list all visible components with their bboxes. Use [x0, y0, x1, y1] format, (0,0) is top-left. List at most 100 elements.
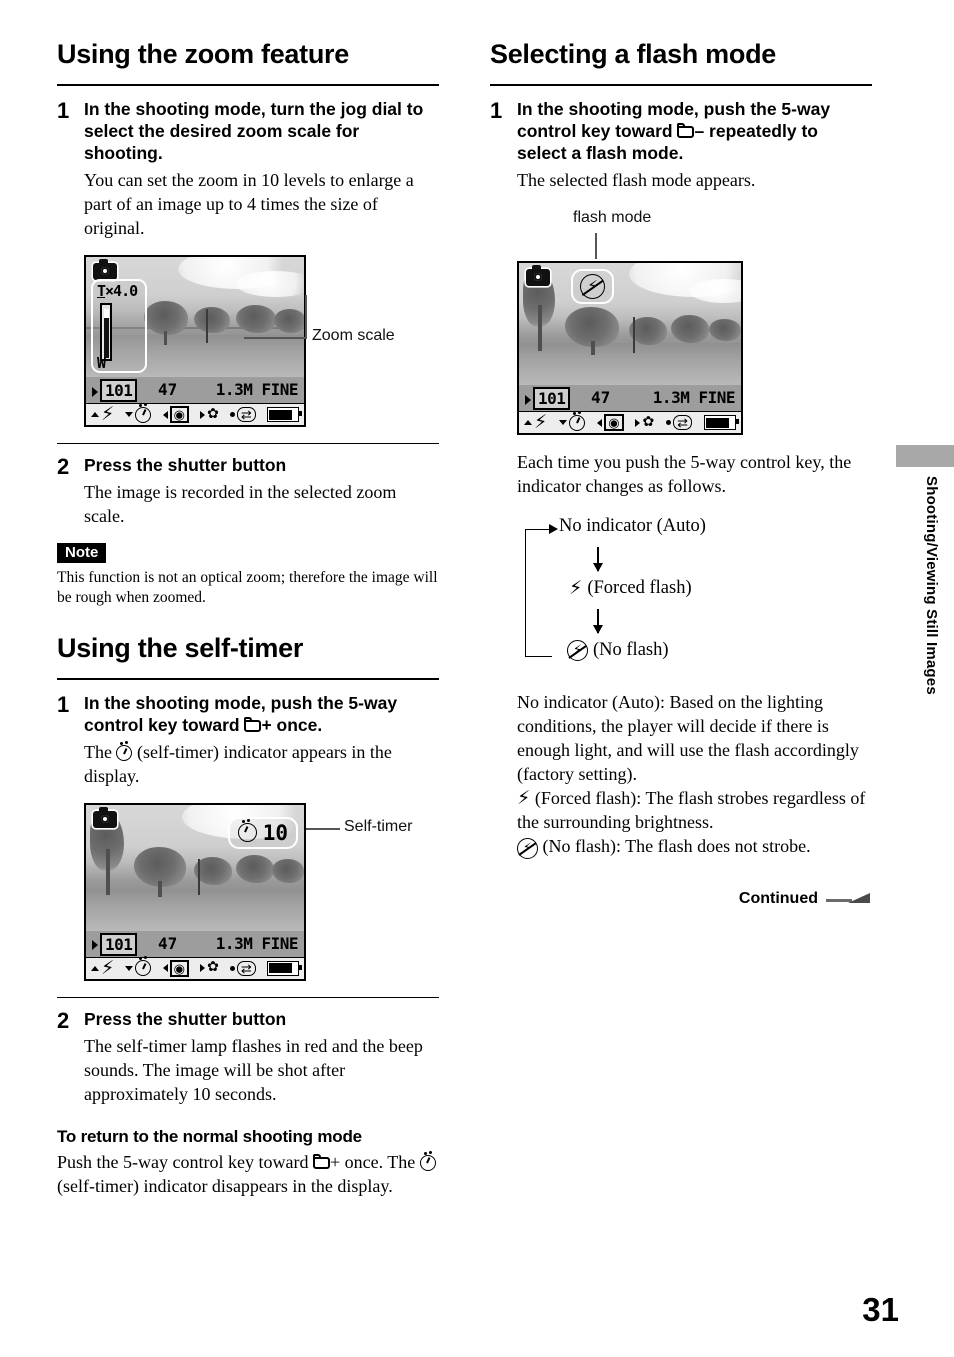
self-timer-icon — [135, 403, 152, 423]
folder-icon — [244, 716, 262, 732]
mode-switch-icon-group: ⇄ — [666, 415, 693, 431]
camera-mode-icon — [93, 259, 117, 281]
tree — [144, 301, 188, 336]
heading-rule — [57, 83, 439, 86]
ground — [86, 888, 304, 931]
lcd-icon-bar: ⚡ ◉ ✿ ⇄ — [519, 411, 741, 434]
self-timer-icon — [237, 820, 257, 843]
folder-number: 101 — [100, 379, 138, 403]
folder-arrow-icon — [525, 394, 531, 405]
self-timer-icon — [419, 1151, 436, 1171]
self-timer-icon — [569, 411, 586, 431]
metering-mode-icon: ◉ — [169, 959, 189, 977]
folder-indicator: 101 — [525, 387, 571, 411]
mode-switch-icon-group: ⇄ — [229, 960, 256, 976]
page-title-zoom-feature: Using the zoom feature — [57, 39, 349, 69]
selftimer-icon-group — [125, 957, 152, 977]
tree — [274, 309, 304, 334]
flash-mode-callout: flash mode — [517, 209, 872, 261]
step-selftimer-1: 1 In the shooting mode, push the 5-way c… — [57, 692, 439, 981]
flash-bolt-icon: ⚡ — [101, 956, 115, 979]
lcd-scene: 10 — [86, 804, 304, 931]
flash-mode-cycle-diagram: No indicator (Auto) ⚡ (Forced flash) ⚡ (… — [517, 516, 872, 681]
zoom-scale-indicator: T×4.0 W — [91, 279, 147, 374]
callout-label-flash-mode: flash mode — [573, 209, 652, 227]
step-divider-rule — [57, 443, 439, 445]
step-flash-1: 1 In the shooting mode, push the 5-way c… — [490, 98, 872, 859]
tree — [236, 305, 276, 334]
cloud — [689, 279, 741, 304]
macro-flower-icon: ✿ — [207, 406, 219, 422]
flag-pole — [198, 858, 200, 895]
remaining-shots: 47 — [158, 380, 178, 400]
flash-cycle-intro: Each time you push the 5-way control key… — [517, 452, 852, 497]
zoom-wide-letter: W — [97, 354, 107, 373]
triangle-right-icon — [200, 410, 206, 419]
macro-icon-group: ✿ — [200, 961, 219, 975]
description-forced-text: (Forced flash): The flash strobes regard… — [517, 787, 866, 832]
metering-mode-icon: ◉ — [169, 406, 189, 424]
lcd-icon-bar: ⚡ ◉ ✿ ⇄ — [86, 956, 304, 979]
step-heading: In the shooting mode, turn the jog dial … — [84, 98, 424, 164]
continued-marker: Continued — [739, 890, 870, 908]
remaining-shots: 47 — [591, 388, 611, 408]
lcd-illustration-selftimer: 10 101 47 1.3M FINE ⚡ ◉ ✿ ⇄ Self-timer — [84, 802, 439, 981]
folder-number: 101 — [100, 932, 138, 956]
lcd-illustration-flash: ⚡ 101 47 1.3M FINE ⚡ ◉ ✿ ⇄ — [517, 261, 872, 436]
note-block: Note This function is not an optical zoo… — [57, 529, 439, 608]
no-flash-icon: ⚡ — [517, 837, 538, 859]
lcd-illustration-zoom: T×4.0 W 101 47 1.3M FINE ⚡ ◉ ✿ ⇄ Zoom sc… — [84, 255, 439, 428]
metering-mode-icon: ◉ — [604, 414, 624, 432]
lcd-status-bar: 101 47 1.3M FINE — [86, 930, 304, 957]
cycle-item-forced-flash: ⚡ (Forced flash) — [569, 578, 692, 599]
triangle-right-icon — [635, 418, 641, 427]
flash-mode-indicator: ⚡ — [571, 269, 614, 305]
folder-number: 101 — [533, 387, 571, 411]
zoom-scale-fill — [103, 318, 109, 358]
callout-label-zoom-scale: Zoom scale — [312, 327, 395, 345]
zoom-value: ×4.0 — [105, 282, 138, 301]
heading-rule — [490, 83, 872, 86]
step-body-text: The (self-timer) indicator appears in th… — [84, 741, 439, 789]
selftimer-icon-group — [559, 411, 586, 431]
mode-switch-icon: ⇄ — [236, 407, 256, 423]
lcd-screen: ⚡ 101 47 1.3M FINE ⚡ ◉ ✿ ⇄ — [517, 261, 743, 436]
folder-arrow-icon — [92, 940, 98, 951]
return-part3: (self-timer) indicator disappears in the… — [57, 1175, 393, 1196]
metering-icon-group: ◉ — [162, 959, 189, 977]
triangle-right-icon — [200, 964, 206, 973]
triangle-up-icon — [91, 412, 99, 418]
lcd-status-bar: 101 47 1.3M FINE — [519, 385, 741, 412]
camera-mode-icon — [526, 265, 550, 287]
image-quality: 1.3M FINE — [652, 388, 736, 408]
page-title-flash-mode: Selecting a flash mode — [490, 39, 776, 69]
folder-arrow-icon — [92, 386, 98, 397]
flag-pole — [206, 309, 208, 344]
subheading-return-normal-mode: To return to the normal shooting mode — [57, 1126, 362, 1146]
metering-icon-group: ◉ — [162, 406, 189, 424]
folder-icon — [677, 122, 695, 138]
step-heading: In the shooting mode, push the 5-way con… — [517, 98, 872, 165]
description-forced-flash: ⚡ (Forced flash): The flash strobes rega… — [517, 787, 872, 835]
flash-bolt-icon: ⚡ — [534, 411, 548, 434]
macro-icon-group: ✿ — [200, 406, 219, 422]
continued-arrow-icon — [826, 893, 870, 905]
step-number: 1 — [57, 97, 70, 123]
step-body-text: The selected flash mode appears. — [517, 170, 756, 191]
right-column: Selecting a flash mode 1 In the shooting… — [490, 39, 872, 859]
folder-icon — [312, 1153, 330, 1169]
mode-switch-icon: ⇄ — [673, 415, 693, 431]
callout-leader-line — [595, 233, 597, 260]
battery-icon — [266, 960, 302, 976]
zoom-scale-label: T×4.0 — [97, 282, 138, 301]
image-quality: 1.3M FINE — [215, 933, 299, 953]
step-heading-part2: + once. — [261, 714, 323, 735]
return-part2: + once. The — [329, 1151, 420, 1172]
cycle-label-no-flash: (No flash) — [593, 640, 669, 661]
tree — [272, 858, 304, 883]
remaining-shots: 47 — [158, 933, 178, 953]
left-column: Using the zoom feature 1 In the shooting… — [57, 39, 439, 1199]
dot-icon — [229, 965, 235, 971]
step-zoom-2: 2 Press the shutter button The image is … — [57, 454, 439, 529]
page-title-self-timer: Using the self-timer — [57, 632, 304, 663]
